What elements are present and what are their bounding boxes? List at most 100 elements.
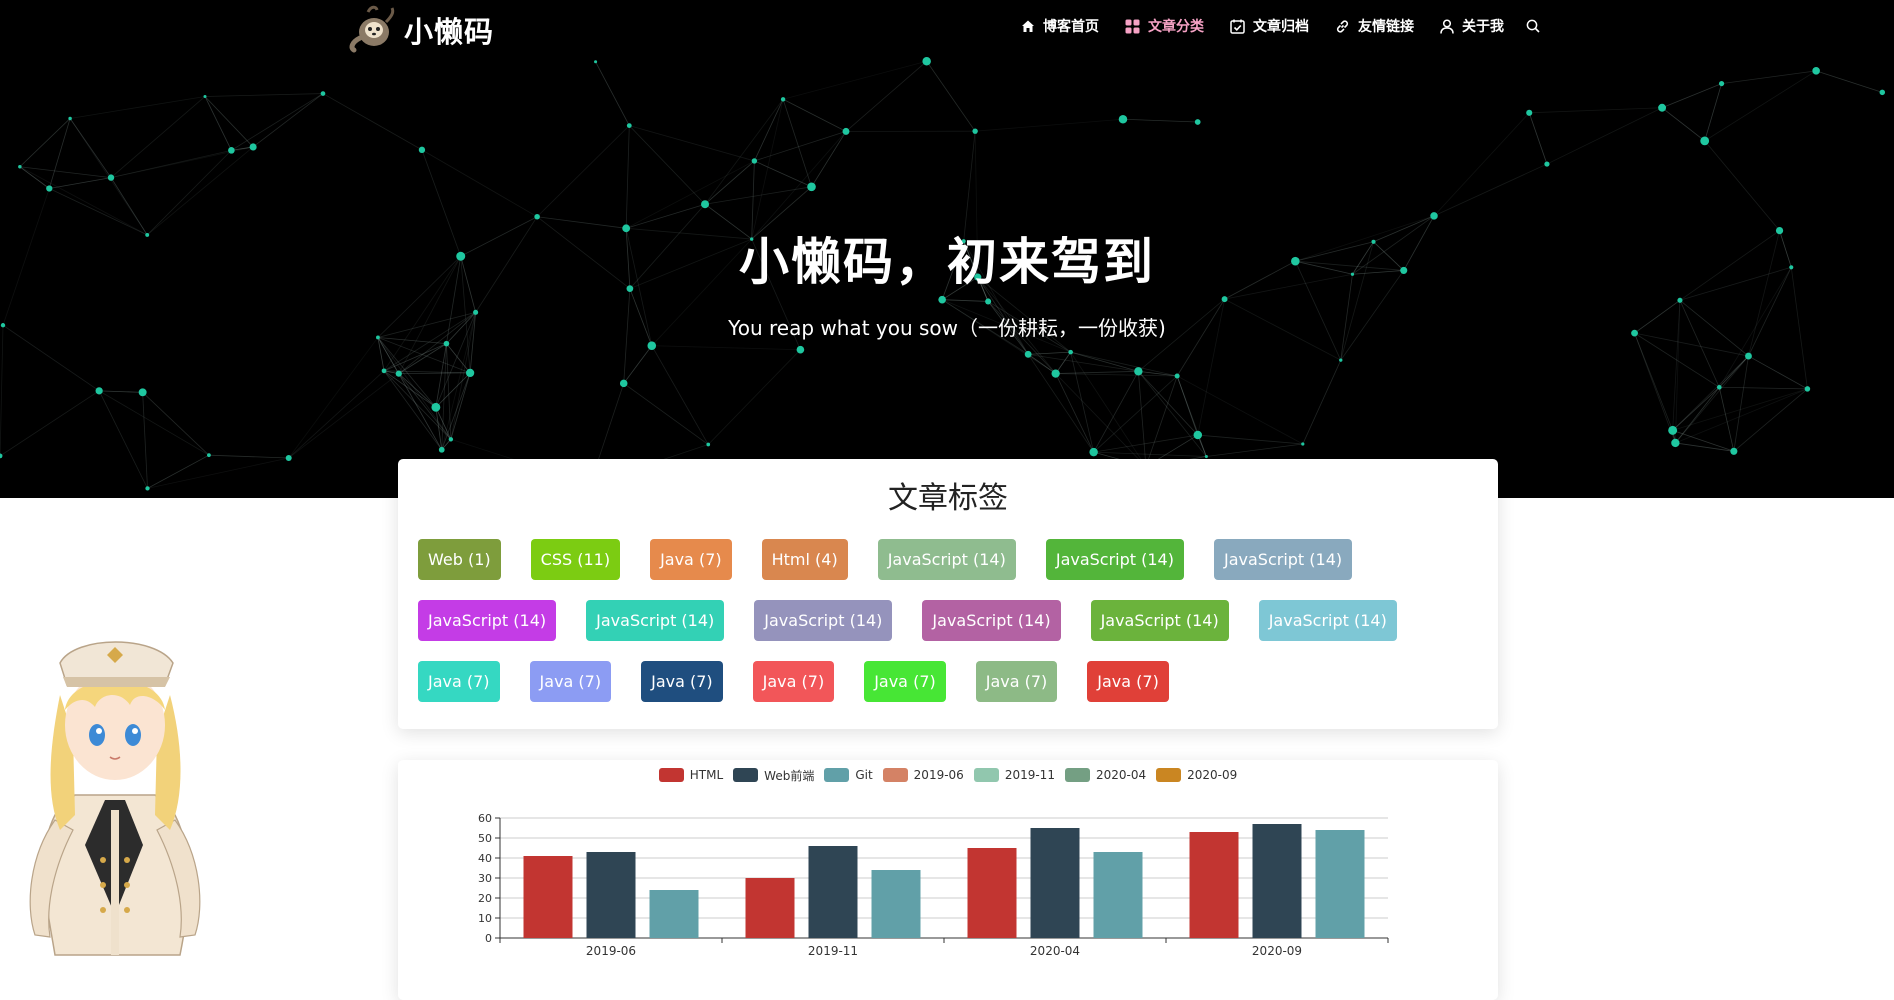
tag-item[interactable]: CSS (11): [531, 539, 620, 580]
network-link: [1673, 430, 1734, 451]
bar: [968, 848, 1017, 938]
hero-title: 小懒码，初来驾到: [0, 222, 1894, 294]
network-node: [1717, 385, 1722, 390]
network-node: [752, 158, 757, 163]
y-tick-label: 30: [478, 872, 492, 885]
network-node: [18, 165, 21, 168]
tag-item[interactable]: JavaScript (14): [922, 600, 1060, 641]
network-node: [1880, 90, 1885, 95]
network-node: [1195, 119, 1201, 125]
network-link: [399, 374, 451, 440]
network-link: [754, 131, 846, 161]
network-link: [378, 337, 451, 439]
network-node: [46, 185, 52, 191]
tag-item[interactable]: Java (7): [641, 661, 723, 702]
tag-item[interactable]: Java (7): [864, 661, 946, 702]
network-node: [145, 486, 149, 490]
tag-item[interactable]: Java (7): [976, 661, 1058, 702]
network-node: [1339, 358, 1342, 361]
network-node: [1812, 67, 1820, 75]
network-node: [139, 388, 147, 396]
tag-item[interactable]: Java (7): [530, 661, 612, 702]
search-button[interactable]: [1526, 19, 1548, 33]
tag-item[interactable]: Java (7): [753, 661, 835, 702]
network-link: [205, 96, 231, 150]
x-tick-label: 2019-06: [586, 944, 636, 958]
network-link: [783, 99, 846, 131]
network-node: [1430, 212, 1438, 220]
network-link: [1434, 164, 1547, 216]
main-nav: 博客首页 文章分类 文章归档 友情链接 关于我: [995, 16, 1548, 36]
network-node: [594, 60, 597, 63]
network-link: [624, 383, 709, 444]
nav-item-label: 友情链接: [1358, 16, 1414, 36]
nav-item-archive[interactable]: 文章归档: [1230, 16, 1309, 36]
network-node: [419, 147, 425, 153]
network-node: [781, 97, 785, 101]
site-logo-text: 小懒码: [404, 9, 494, 51]
user-icon: [1440, 19, 1454, 34]
network-link: [446, 344, 450, 440]
network-node: [449, 437, 453, 441]
network-link: [1529, 113, 1547, 164]
search-icon: [1526, 19, 1540, 33]
network-node: [1805, 386, 1811, 392]
network-link: [1056, 371, 1139, 373]
network-node: [1175, 373, 1180, 378]
hero-banner: 小懒码 博客首页 文章分类 文章归档 友情链接 关于我: [0, 0, 1894, 498]
network-link: [1748, 356, 1807, 389]
network-link: [1675, 387, 1719, 443]
tag-item[interactable]: JavaScript (14): [1214, 539, 1352, 580]
network-node: [843, 128, 850, 135]
nav-item-categories[interactable]: 文章分类: [1125, 16, 1204, 36]
tag-item[interactable]: JavaScript (14): [1091, 600, 1229, 641]
network-link: [399, 374, 436, 408]
network-link: [1673, 389, 1808, 430]
network-node: [627, 123, 632, 128]
nav-item-links[interactable]: 友情链接: [1335, 16, 1414, 36]
chart-card: HTMLWeb前端Git2019-062019-112020-042020-09…: [398, 760, 1498, 1000]
network-link: [1662, 84, 1721, 108]
nav-item-home[interactable]: 博客首页: [1021, 16, 1099, 36]
tag-item[interactable]: JavaScript (14): [754, 600, 892, 641]
nav-item-label: 文章分类: [1148, 16, 1204, 36]
network-link: [942, 300, 988, 302]
tag-item[interactable]: Java (7): [418, 661, 500, 702]
network-link: [1662, 108, 1705, 141]
bar-chart: 01020304050602019-062019-112020-042020-0…: [398, 760, 1498, 966]
network-link: [1028, 354, 1138, 371]
anime-mascot[interactable]: [15, 615, 215, 967]
tag-item[interactable]: JavaScript (14): [418, 600, 556, 641]
network-node: [444, 341, 450, 347]
network-node: [1526, 110, 1532, 116]
network-node: [1668, 426, 1677, 435]
network-node: [207, 453, 211, 457]
network-link: [289, 371, 384, 458]
network-link: [1028, 352, 1070, 354]
tag-item[interactable]: Html (4): [762, 539, 848, 580]
network-link: [289, 337, 378, 458]
network-node: [972, 128, 977, 133]
network-link: [1673, 387, 1720, 430]
network-node: [466, 369, 474, 377]
tag-item[interactable]: JavaScript (14): [878, 539, 1016, 580]
network-link: [99, 391, 142, 392]
network-link: [1138, 371, 1206, 456]
network-node: [1194, 431, 1203, 440]
network-link: [1123, 119, 1198, 122]
tag-item[interactable]: JavaScript (14): [586, 600, 724, 641]
tag-item[interactable]: Web (1): [418, 539, 501, 580]
site-logo[interactable]: 小懒码: [346, 4, 494, 56]
y-tick-label: 0: [485, 932, 492, 945]
network-link: [754, 99, 783, 161]
tag-item[interactable]: JavaScript (14): [1046, 539, 1184, 580]
network-link: [1547, 108, 1662, 164]
x-tick-label: 2020-04: [1030, 944, 1080, 958]
tag-item[interactable]: Java (7): [1087, 661, 1169, 702]
nav-item-about[interactable]: 关于我: [1440, 16, 1504, 36]
tag-item[interactable]: JavaScript (14): [1259, 600, 1397, 641]
tag-item[interactable]: Java (7): [650, 539, 732, 580]
network-link: [1177, 376, 1198, 435]
network-node: [706, 443, 710, 447]
network-link: [1146, 376, 1177, 467]
